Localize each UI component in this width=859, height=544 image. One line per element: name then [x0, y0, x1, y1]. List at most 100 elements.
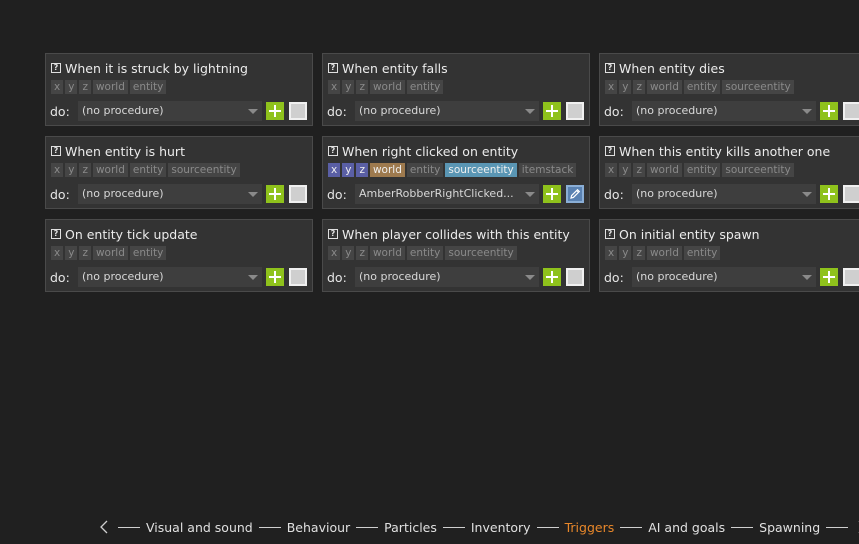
chevron-down-icon [248, 192, 258, 197]
procedure-value: (no procedure) [359, 104, 441, 117]
dependency-tag-entity: entity [129, 80, 167, 94]
dependency-tag-entity: entity [129, 163, 167, 177]
trigger-card: ? When entity is hurt x y z world entity sour… [45, 136, 313, 209]
trigger-card: ? When this entity kills another one xyz… [599, 136, 859, 209]
procedure-row: do: (no procedure) [50, 266, 307, 288]
dependency-tag-z: z [79, 246, 91, 260]
nav-step-particles[interactable]: Particles [384, 520, 437, 535]
trigger-card: ? On entity tick update x y z world entity d… [45, 219, 313, 292]
procedure-select[interactable]: (no procedure) [78, 101, 262, 121]
procedure-select[interactable]: (no procedure) [355, 101, 539, 121]
dependency-tag-x: x [605, 246, 618, 260]
dependency-list: x y z world entity [328, 80, 444, 94]
add-procedure-button[interactable] [543, 185, 561, 203]
nav-step-spawning[interactable]: Spawning [759, 520, 820, 535]
chevron-down-icon [525, 275, 535, 280]
help-icon[interactable]: ? [605, 146, 615, 156]
procedure-select[interactable]: AmberRobberRightClicked... [355, 184, 539, 204]
dependency-tag-z: z [633, 246, 645, 260]
help-icon[interactable]: ? [51, 63, 61, 73]
help-icon[interactable]: ? [328, 146, 338, 156]
add-procedure-button[interactable] [543, 268, 561, 286]
nav-step-ai-and-goals[interactable]: AI and goals [648, 520, 725, 535]
dependency-tag-sourceentity: sourceentity [168, 163, 240, 177]
trigger-card: ? When it is struck by lightning x y z worl… [45, 53, 313, 126]
chevron-down-icon [802, 109, 812, 114]
nav-step-behaviour[interactable]: Behaviour [287, 520, 350, 535]
procedure-select[interactable]: (no procedure) [632, 101, 816, 121]
help-icon[interactable]: ? [328, 63, 338, 73]
nav-step-triggers[interactable]: Triggers [565, 520, 615, 535]
dependency-tag-world: world [92, 246, 128, 260]
add-procedure-button[interactable] [543, 102, 561, 120]
dependency-tag-x: x [51, 80, 64, 94]
dependency-tag-y: y [619, 163, 632, 177]
dependency-tag-y: y [342, 80, 355, 94]
dependency-tag-entity: entity [406, 80, 444, 94]
dependency-list: x y z world entity sourceentity [605, 163, 794, 177]
procedure-value: (no procedure) [636, 187, 718, 200]
edit-procedure-button[interactable] [843, 185, 859, 203]
add-procedure-button[interactable] [266, 268, 284, 286]
dependency-tag-y: y [65, 246, 78, 260]
dependency-list: x y z world entity sourceentity [51, 163, 240, 177]
dependency-tag-world: world [92, 80, 128, 94]
edit-procedure-button[interactable] [566, 268, 584, 286]
dependency-tag-sourceentity: sourceentity [445, 246, 517, 260]
add-procedure-button[interactable] [820, 102, 838, 120]
add-procedure-button[interactable] [266, 185, 284, 203]
edit-procedure-button[interactable] [289, 185, 307, 203]
trigger-card: ? When entity dies x y z world entity sourcee… [599, 53, 859, 126]
help-icon[interactable]: ? [605, 63, 615, 73]
trigger-title-row: ? When it is struck by lightning [51, 60, 248, 76]
procedure-select[interactable]: (no procedure) [355, 267, 539, 287]
procedure-select[interactable]: (no procedure) [78, 184, 262, 204]
chevron-down-icon [248, 109, 258, 114]
help-icon[interactable]: ? [51, 146, 61, 156]
dependency-tag-y: y [619, 246, 632, 260]
trigger-title-row: ? When player collides with this entity [328, 226, 570, 242]
add-procedure-button[interactable] [820, 268, 838, 286]
trigger-title: When it is struck by lightning [65, 60, 248, 76]
procedure-select[interactable]: (no procedure) [632, 184, 816, 204]
trigger-card: ? When player collides with this entity … [322, 219, 590, 292]
dependency-tag-z: z [356, 80, 368, 94]
procedure-row: do: (no procedure) [327, 266, 584, 288]
dependency-list: x y z world entity [51, 80, 167, 94]
edit-procedure-button[interactable] [566, 102, 584, 120]
triggers-grid: ? When it is struck by lightning x y z worl… [0, 0, 859, 544]
nav-next-arrow-icon[interactable] [854, 519, 859, 535]
edit-procedure-button[interactable] [843, 268, 859, 286]
add-procedure-button[interactable] [266, 102, 284, 120]
help-icon[interactable]: ? [605, 229, 615, 239]
add-procedure-button[interactable] [820, 185, 838, 203]
procedure-select[interactable]: (no procedure) [78, 267, 262, 287]
nav-connector [620, 526, 643, 528]
dependency-tag-z: z [79, 80, 91, 94]
procedure-select[interactable]: (no procedure) [632, 267, 816, 287]
dependency-list: x y z world entity [605, 246, 721, 260]
nav-prev-arrow-icon[interactable] [96, 519, 112, 535]
procedure-value: AmberRobberRightClicked... [359, 187, 514, 200]
dependency-tag-entity: entity [683, 163, 721, 177]
edit-procedure-button[interactable] [289, 268, 307, 286]
dependency-tag-world: world [369, 246, 405, 260]
dependency-tag-x: x [328, 80, 341, 94]
help-icon[interactable]: ? [51, 229, 61, 239]
help-icon[interactable]: ? [328, 229, 338, 239]
edit-procedure-button[interactable] [289, 102, 307, 120]
dependency-tag-world: world [646, 246, 682, 260]
dependency-tag-entity: entity [406, 163, 444, 177]
edit-procedure-button[interactable] [843, 102, 859, 120]
edit-procedure-button[interactable] [566, 185, 584, 203]
nav-step-inventory[interactable]: Inventory [471, 520, 531, 535]
nav-connector [118, 526, 140, 528]
dependency-list: x y z world entity sourceentity [328, 246, 517, 260]
nav-connector [442, 526, 465, 528]
dependency-list: x y z world entity sourceentity [605, 80, 794, 94]
nav-step-visual-and-sound[interactable]: Visual and sound [146, 520, 253, 535]
do-label: do: [50, 186, 70, 202]
do-label: do: [327, 103, 347, 119]
trigger-title: When player collides with this entity [342, 226, 570, 242]
do-label: do: [327, 186, 347, 202]
